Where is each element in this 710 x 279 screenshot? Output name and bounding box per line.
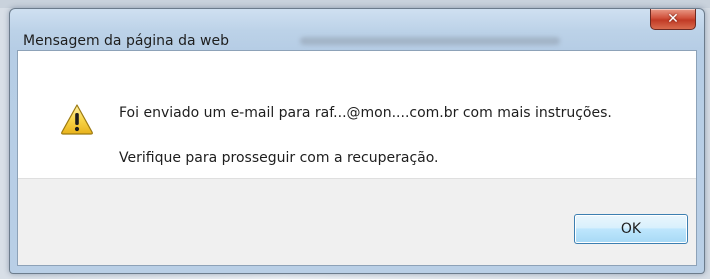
warning-icon [61, 104, 93, 135]
dialog-footer: OK [18, 178, 696, 265]
ok-button[interactable]: OK [574, 214, 688, 244]
close-icon: ✕ [667, 11, 679, 27]
message-dialog: Mensagem da página da web ✕ Foi enviado … [9, 8, 705, 274]
dialog-title: Mensagem da página da web [23, 33, 229, 49]
message-line-2: Verifique para prosseguir com a recupera… [119, 150, 439, 166]
dialog-body: Foi enviado um e-mail para raf...@mon...… [17, 50, 697, 266]
dialog-titlebar[interactable]: Mensagem da página da web ✕ [10, 9, 704, 50]
background-toolbar [0, 0, 710, 8]
close-button[interactable]: ✕ [650, 9, 696, 30]
background-blur [300, 37, 560, 45]
message-line-1: Foi enviado um e-mail para raf...@mon...… [119, 105, 612, 121]
message-area: Foi enviado um e-mail para raf...@mon...… [18, 51, 696, 179]
